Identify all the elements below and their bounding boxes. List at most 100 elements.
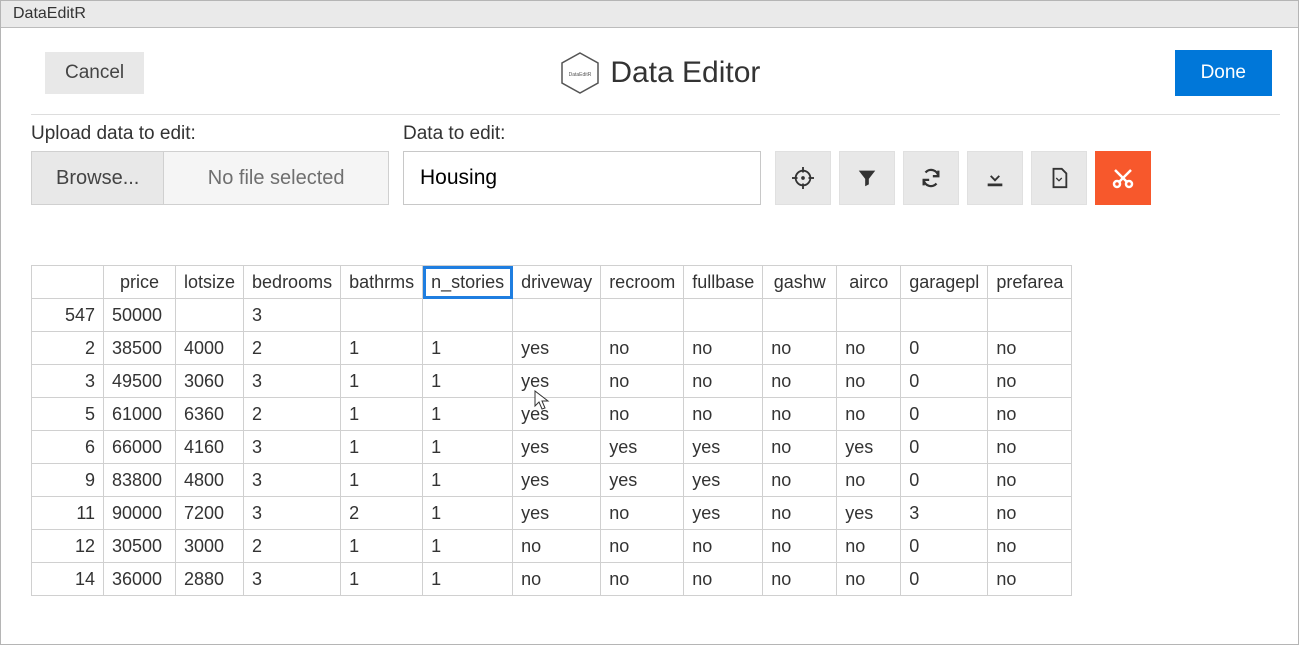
cell-driveway[interactable]: yes <box>513 398 601 431</box>
cell-driveway[interactable]: yes <box>513 464 601 497</box>
cell-price[interactable]: 50000 <box>104 299 176 332</box>
cancel-button[interactable]: Cancel <box>45 52 144 94</box>
cell-bathrms[interactable]: 1 <box>341 464 423 497</box>
column-header-garagepl[interactable]: garagepl <box>901 266 988 299</box>
cell-price[interactable]: 66000 <box>104 431 176 464</box>
cell-fullbase[interactable]: no <box>684 365 763 398</box>
row-number[interactable]: 9 <box>32 464 104 497</box>
row-number[interactable]: 6 <box>32 431 104 464</box>
cell-driveway[interactable]: no <box>513 530 601 563</box>
cell-airco[interactable]: yes <box>837 431 901 464</box>
cell-airco[interactable]: no <box>837 365 901 398</box>
done-button[interactable]: Done <box>1175 50 1272 96</box>
column-header-airco[interactable]: airco <box>837 266 901 299</box>
cell-airco[interactable]: no <box>837 332 901 365</box>
row-number[interactable]: 547 <box>32 299 104 332</box>
cell-recroom[interactable]: no <box>601 530 684 563</box>
cell-garagepl[interactable]: 0 <box>901 464 988 497</box>
cell-airco[interactable] <box>837 299 901 332</box>
cell-prefarea[interactable] <box>988 299 1072 332</box>
column-header-driveway[interactable]: driveway <box>513 266 601 299</box>
row-number[interactable]: 3 <box>32 365 104 398</box>
cell-fullbase[interactable]: no <box>684 332 763 365</box>
cell-bathrms[interactable]: 1 <box>341 332 423 365</box>
data-table[interactable]: pricelotsizebedroomsbathrmsn_storiesdriv… <box>31 265 1072 596</box>
cell-lotsize[interactable]: 4160 <box>176 431 244 464</box>
cell-fullbase[interactable]: yes <box>684 464 763 497</box>
cell-price[interactable]: 90000 <box>104 497 176 530</box>
cell-fullbase[interactable]: yes <box>684 431 763 464</box>
cell-gashw[interactable]: no <box>763 365 837 398</box>
cell-n_stories[interactable]: 1 <box>423 464 513 497</box>
column-header-bedrooms[interactable]: bedrooms <box>244 266 341 299</box>
table-corner[interactable] <box>32 266 104 299</box>
row-number[interactable]: 2 <box>32 332 104 365</box>
cell-prefarea[interactable]: no <box>988 398 1072 431</box>
cell-recroom[interactable]: no <box>601 563 684 596</box>
cell-bathrms[interactable]: 1 <box>341 365 423 398</box>
cell-recroom[interactable] <box>601 299 684 332</box>
column-header-bathrms[interactable]: bathrms <box>341 266 423 299</box>
cell-gashw[interactable]: no <box>763 398 837 431</box>
cell-garagepl[interactable]: 0 <box>901 365 988 398</box>
cell-n_stories[interactable]: 1 <box>423 365 513 398</box>
export-button[interactable] <box>1031 151 1087 205</box>
cell-garagepl[interactable]: 0 <box>901 431 988 464</box>
cell-recroom[interactable]: yes <box>601 464 684 497</box>
cell-fullbase[interactable]: no <box>684 563 763 596</box>
cell-airco[interactable]: no <box>837 563 901 596</box>
cell-recroom[interactable]: no <box>601 497 684 530</box>
cell-bedrooms[interactable]: 2 <box>244 398 341 431</box>
cell-fullbase[interactable]: yes <box>684 497 763 530</box>
cell-price[interactable]: 49500 <box>104 365 176 398</box>
cell-n_stories[interactable]: 1 <box>423 563 513 596</box>
row-number[interactable]: 5 <box>32 398 104 431</box>
cell-lotsize[interactable]: 3060 <box>176 365 244 398</box>
cell-recroom[interactable]: yes <box>601 431 684 464</box>
cell-n_stories[interactable]: 1 <box>423 530 513 563</box>
cell-airco[interactable]: no <box>837 464 901 497</box>
cell-lotsize[interactable]: 4800 <box>176 464 244 497</box>
cell-driveway[interactable]: no <box>513 563 601 596</box>
cell-gashw[interactable]: no <box>763 431 837 464</box>
cell-n_stories[interactable]: 1 <box>423 431 513 464</box>
cell-bathrms[interactable]: 2 <box>341 497 423 530</box>
cell-price[interactable]: 38500 <box>104 332 176 365</box>
cell-lotsize[interactable]: 3000 <box>176 530 244 563</box>
cell-lotsize[interactable]: 2880 <box>176 563 244 596</box>
refresh-button[interactable] <box>903 151 959 205</box>
cell-lotsize[interactable]: 6360 <box>176 398 244 431</box>
cell-lotsize[interactable]: 4000 <box>176 332 244 365</box>
column-header-recroom[interactable]: recroom <box>601 266 684 299</box>
row-number[interactable]: 12 <box>32 530 104 563</box>
cell-recroom[interactable]: no <box>601 332 684 365</box>
column-header-price[interactable]: price <box>104 266 176 299</box>
cell-n_stories[interactable]: 1 <box>423 497 513 530</box>
cell-lotsize[interactable] <box>176 299 244 332</box>
cell-recroom[interactable]: no <box>601 398 684 431</box>
browse-button[interactable]: Browse... <box>32 152 164 204</box>
cell-garagepl[interactable]: 0 <box>901 332 988 365</box>
cell-bedrooms[interactable]: 3 <box>244 431 341 464</box>
cell-garagepl[interactable] <box>901 299 988 332</box>
cell-prefarea[interactable]: no <box>988 530 1072 563</box>
cell-prefarea[interactable]: no <box>988 497 1072 530</box>
cell-gashw[interactable]: no <box>763 530 837 563</box>
cell-driveway[interactable] <box>513 299 601 332</box>
column-header-lotsize[interactable]: lotsize <box>176 266 244 299</box>
cell-prefarea[interactable]: no <box>988 563 1072 596</box>
cell-bedrooms[interactable]: 3 <box>244 563 341 596</box>
cell-fullbase[interactable]: no <box>684 398 763 431</box>
cell-price[interactable]: 36000 <box>104 563 176 596</box>
cell-bedrooms[interactable]: 2 <box>244 332 341 365</box>
cell-bedrooms[interactable]: 2 <box>244 530 341 563</box>
cell-prefarea[interactable]: no <box>988 431 1072 464</box>
cell-gashw[interactable]: no <box>763 464 837 497</box>
cell-garagepl[interactable]: 3 <box>901 497 988 530</box>
cell-gashw[interactable]: no <box>763 332 837 365</box>
cell-bedrooms[interactable]: 3 <box>244 365 341 398</box>
data-select-input[interactable] <box>403 151 761 205</box>
cell-driveway[interactable]: yes <box>513 365 601 398</box>
cell-airco[interactable]: yes <box>837 497 901 530</box>
cell-airco[interactable]: no <box>837 530 901 563</box>
